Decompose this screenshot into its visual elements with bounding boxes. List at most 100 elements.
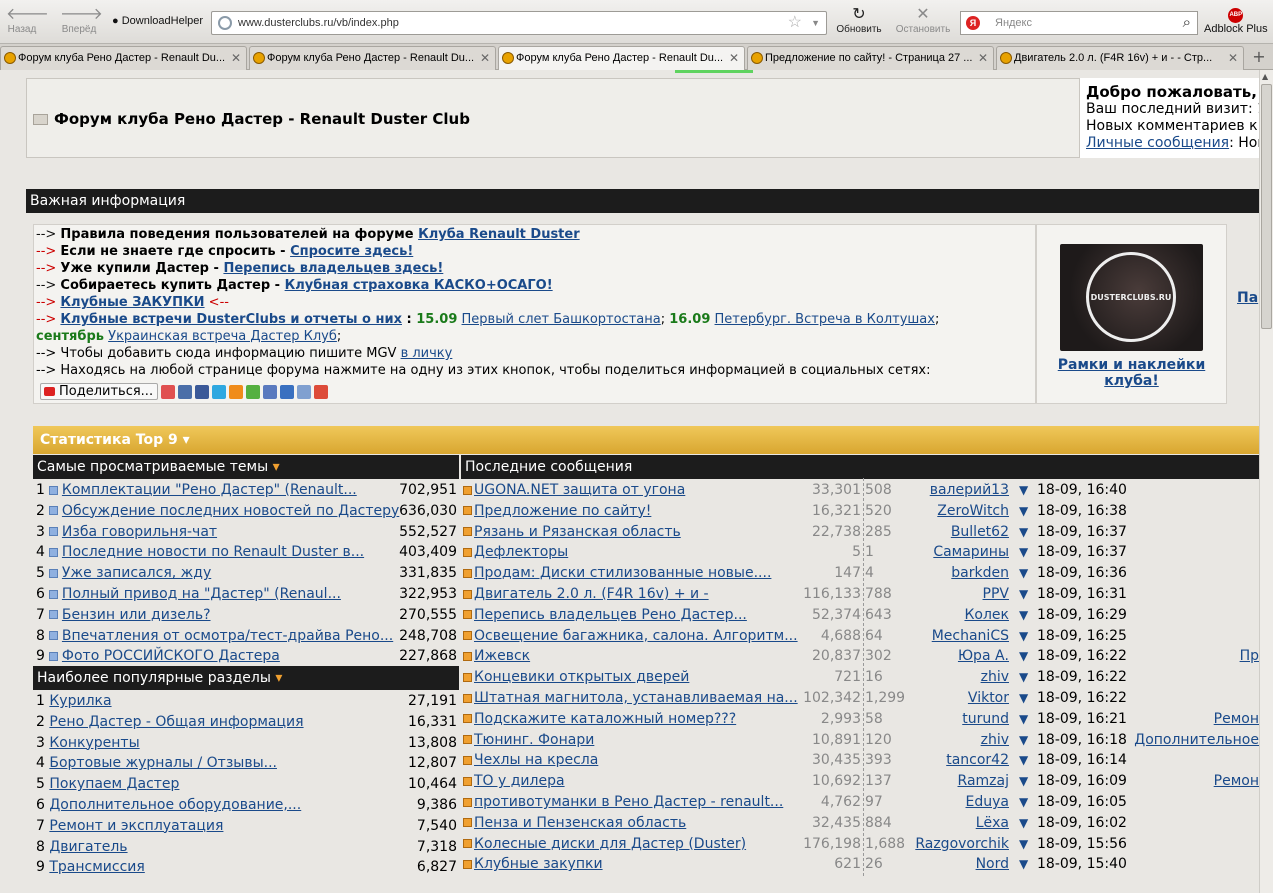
- twitter-icon[interactable]: [212, 384, 227, 399]
- last-poster-link[interactable]: zhiv: [891, 730, 1009, 751]
- last-poster-link[interactable]: tancor42: [891, 750, 1009, 771]
- go-last-post-icon[interactable]: ▼: [1019, 771, 1028, 792]
- delicious-icon[interactable]: [280, 384, 295, 399]
- thread-link[interactable]: Пенза и Пензенская область: [474, 815, 686, 831]
- browser-tab[interactable]: Форум клуба Рено Дастер - Renault Du... ✕: [249, 46, 496, 70]
- go-last-post-icon[interactable]: ▼: [1019, 688, 1028, 709]
- forum-link[interactable]: Конкуренты: [49, 735, 139, 751]
- last-poster-link[interactable]: ZeroWitch: [891, 501, 1009, 522]
- go-last-post-icon[interactable]: ▼: [1019, 584, 1028, 605]
- sticker-image[interactable]: DUSTERCLUBS.RU: [1060, 244, 1203, 351]
- last-poster-link[interactable]: Eduya: [891, 792, 1009, 813]
- event-link[interactable]: Петербург. Встреча в Колтушах: [715, 312, 935, 327]
- forward-button[interactable]: 🡒 Вперёд: [60, 6, 103, 35]
- forum-link[interactable]: Бортовые журналы / Отзывы...: [49, 755, 277, 771]
- go-last-post-icon[interactable]: ▼: [1019, 709, 1028, 730]
- go-last-post-icon[interactable]: ▼: [1019, 854, 1028, 875]
- thread-link[interactable]: Ижевск: [474, 648, 530, 664]
- new-tab-button[interactable]: +: [1248, 47, 1270, 69]
- topic-link[interactable]: Бензин или дизель?: [62, 607, 211, 623]
- livejournal-icon[interactable]: [263, 384, 278, 399]
- topic-link[interactable]: Обсуждение последних новостей по Дастеру: [62, 503, 399, 519]
- thread-link[interactable]: противотуманки в Рено Дастер - renault..…: [474, 794, 783, 810]
- scroll-up-icon[interactable]: ▲: [1262, 72, 1268, 81]
- chevron-down-icon[interactable]: ▼: [811, 12, 820, 34]
- insurance-link[interactable]: Клубная страховка КАСКО+ОСАГО!: [285, 278, 553, 293]
- odnoklassniki-icon[interactable]: [229, 384, 244, 399]
- partner-link[interactable]: Па: [1237, 290, 1258, 306]
- go-last-post-icon[interactable]: ▼: [1019, 605, 1028, 626]
- thread-link[interactable]: Концевики открытых дверей: [474, 669, 689, 685]
- stop-button[interactable]: ✕ Остановить: [890, 6, 956, 35]
- google-plus-icon[interactable]: [314, 384, 329, 399]
- chevron-down-icon[interactable]: ▾: [273, 459, 280, 475]
- topic-link[interactable]: Последние новости по Renault Duster в...: [62, 544, 364, 560]
- forum-section-link[interactable]: Пр: [1119, 646, 1259, 667]
- back-button[interactable]: 🡐 Назад: [6, 6, 49, 35]
- chevron-down-icon[interactable]: ▾: [275, 670, 282, 686]
- forum-link[interactable]: Ремонт и эксплуатация: [49, 818, 223, 834]
- last-poster-link[interactable]: turund: [891, 709, 1009, 730]
- last-poster-link[interactable]: Lёха: [891, 813, 1009, 834]
- last-poster-link[interactable]: PPV: [891, 584, 1009, 605]
- topic-link[interactable]: Уже записался, жду: [62, 565, 211, 581]
- go-last-post-icon[interactable]: ▼: [1019, 563, 1028, 584]
- last-poster-link[interactable]: MechaniCS: [891, 626, 1009, 647]
- close-icon[interactable]: ✕: [729, 47, 739, 69]
- last-poster-link[interactable]: Razgovorchik: [891, 834, 1009, 855]
- forum-section-link[interactable]: Ремон: [1119, 771, 1259, 792]
- forum-link[interactable]: Рено Дастер - Общая информация: [49, 714, 303, 730]
- go-last-post-icon[interactable]: ▼: [1019, 646, 1028, 667]
- topic-link[interactable]: Впечатления от осмотра/тест-драйва Рено.…: [62, 628, 393, 644]
- search-input[interactable]: Я Яндекс ⌕: [960, 11, 1198, 35]
- social-icon[interactable]: [161, 384, 176, 399]
- go-last-post-icon[interactable]: ▼: [1019, 626, 1028, 647]
- browser-tab[interactable]: Форум клуба Рено Дастер - Renault Du... ✕: [0, 46, 247, 70]
- topic-link[interactable]: Полный привод на "Дастер" (Renaul...: [62, 586, 341, 602]
- forum-link[interactable]: Двигатель: [49, 839, 127, 855]
- search-icon[interactable]: ⌕: [1183, 12, 1191, 34]
- last-poster-link[interactable]: Viktor: [891, 688, 1009, 709]
- address-bar[interactable]: www.dusterclubs.ru/vb/index.php ☆ ▼: [211, 11, 827, 35]
- thread-link[interactable]: Чехлы на кресла: [474, 752, 598, 768]
- go-last-post-icon[interactable]: ▼: [1019, 501, 1028, 522]
- last-poster-link[interactable]: Nord: [891, 854, 1009, 875]
- thread-link[interactable]: Рязань и Рязанская область: [474, 524, 681, 540]
- thread-link[interactable]: Клубные закупки: [474, 856, 603, 872]
- close-icon[interactable]: ✕: [1228, 47, 1238, 69]
- go-last-post-icon[interactable]: ▼: [1019, 792, 1028, 813]
- forum-link[interactable]: Дополнительное оборудование,...: [49, 797, 301, 813]
- downloadhelper-button[interactable]: ● DownloadHelper: [112, 15, 203, 27]
- share-button[interactable]: Поделиться...: [40, 383, 159, 400]
- thread-link[interactable]: Дефлекторы: [474, 544, 568, 560]
- event-link[interactable]: Первый слет Башкортостана: [462, 312, 661, 327]
- close-icon[interactable]: ✕: [978, 47, 988, 69]
- meetings-link[interactable]: Клубные встречи DusterClubs и отчеты о н…: [60, 312, 402, 327]
- topic-link[interactable]: Фото РОССИЙСКОГО Дастера: [62, 648, 280, 664]
- go-last-post-icon[interactable]: ▼: [1019, 480, 1028, 501]
- thread-link[interactable]: Двигатель 2.0 л. (F4R 16v) + и -: [474, 586, 709, 602]
- club-purchases-link[interactable]: Клубные ЗАКУПКИ: [60, 295, 204, 310]
- adblock-button[interactable]: ABP Adblock Plus: [1204, 8, 1268, 35]
- go-last-post-icon[interactable]: ▼: [1019, 834, 1028, 855]
- sticker-caption-link[interactable]: Рамки и наклейки клуба!: [1050, 357, 1213, 389]
- browser-tab[interactable]: Предложение по сайту! - Страница 27 ... ✕: [747, 46, 994, 70]
- topic-link[interactable]: Изба говорильня-чат: [62, 524, 217, 540]
- chevron-down-icon[interactable]: ▾: [183, 432, 190, 448]
- mail-icon[interactable]: [246, 384, 261, 399]
- thread-link[interactable]: Подскажите каталожный номер???: [474, 711, 736, 727]
- thread-link[interactable]: Колесные диски для Дастер (Duster): [474, 836, 746, 852]
- refresh-button[interactable]: ↻ Обновить: [832, 6, 886, 35]
- ask-here-link[interactable]: Спросите здесь!: [290, 244, 413, 259]
- thread-link[interactable]: Перепись владельцев Рено Дастер...: [474, 607, 747, 623]
- last-poster-link[interactable]: Ramzaj: [891, 771, 1009, 792]
- go-last-post-icon[interactable]: ▼: [1019, 730, 1028, 751]
- last-poster-link[interactable]: barkden: [891, 563, 1009, 584]
- forum-section-link[interactable]: Ремон: [1119, 709, 1259, 730]
- bookmark-star-icon[interactable]: ☆: [788, 12, 802, 34]
- scrollbar[interactable]: ▲: [1259, 70, 1273, 893]
- forum-link[interactable]: Курилка: [49, 693, 111, 709]
- go-last-post-icon[interactable]: ▼: [1019, 522, 1028, 543]
- thread-link[interactable]: Предложение по сайту!: [474, 503, 651, 519]
- go-last-post-icon[interactable]: ▼: [1019, 750, 1028, 771]
